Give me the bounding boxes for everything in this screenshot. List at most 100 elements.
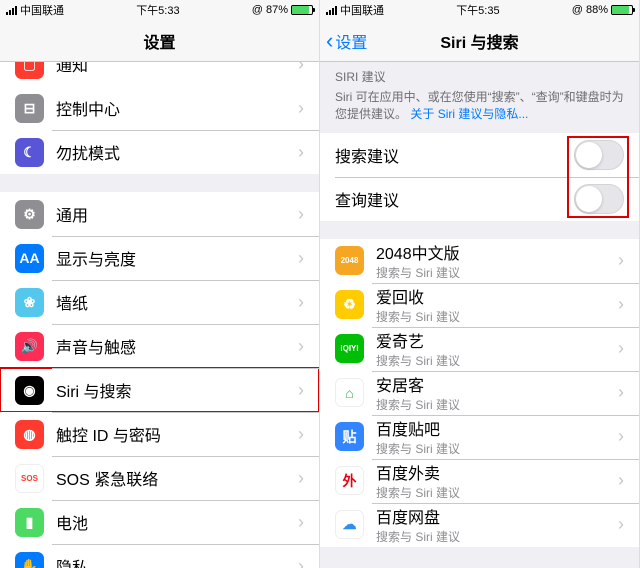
app-icon: SOS — [15, 464, 44, 493]
app-icon: 外 — [335, 466, 364, 495]
app-icon: ❀ — [15, 288, 44, 317]
row-隐私[interactable]: ✋ 隐私› — [0, 544, 319, 568]
clock: 下午5:33 — [136, 2, 179, 18]
row-label: 通用 — [56, 202, 298, 226]
row-搜索建议[interactable]: 搜索建议 — [320, 133, 639, 177]
row-Siri 与搜索[interactable]: ◉ Siri 与搜索› — [0, 368, 319, 412]
chevron-right-icon: › — [298, 336, 304, 357]
row-label: 通知 — [56, 62, 298, 76]
toggle-switch[interactable] — [574, 140, 624, 170]
row-勿扰模式[interactable]: ☾勿扰模式› — [0, 130, 319, 174]
row-label: 安居客 — [376, 372, 618, 396]
row-subtitle: 搜索与 Siri 建议 — [376, 264, 618, 281]
siri-list[interactable]: SIRI 建议 Siri 可在应用中、或在您使用“搜索”、“查询”和键盘时为您提… — [320, 62, 639, 568]
settings-screen: 中国联通 下午5:33 @ 87% 设置 ▢ 通知 › ⊟控制中心›☾勿扰模式›… — [0, 0, 320, 568]
chevron-right-icon: › — [298, 380, 304, 401]
chevron-right-icon: › — [618, 470, 624, 491]
siri-search-screen: 中国联通 下午5:35 @ 88% ‹ 设置 Siri 与搜索 SIRI 建议 … — [320, 0, 640, 568]
chevron-right-icon: › — [618, 382, 624, 403]
row-label: 爱奇艺 — [376, 328, 618, 352]
row-label: 触控 ID 与密码 — [56, 422, 298, 446]
row-百度网盘[interactable]: ☁百度网盘搜索与 Siri 建议› — [320, 503, 639, 547]
chevron-right-icon: › — [298, 142, 304, 163]
app-icon: ☁ — [335, 510, 364, 539]
back-button[interactable]: ‹ 设置 — [326, 29, 367, 53]
row-触控 ID 与密码[interactable]: ◍触控 ID 与密码› — [0, 412, 319, 456]
row-控制中心[interactable]: ⊟ 控制中心› — [0, 86, 319, 130]
chevron-right-icon: › — [618, 250, 624, 271]
row-label: 电池 — [56, 510, 298, 534]
row-notifications[interactable]: ▢ 通知 › — [0, 62, 319, 86]
app-icon: ♻ — [335, 290, 364, 319]
app-icon: 🔊 — [15, 332, 44, 361]
app-icon: 2048 — [335, 246, 364, 275]
app-icon: ⌂ — [335, 378, 364, 407]
status-bar: 中国联通 下午5:35 @ 88% — [320, 0, 639, 20]
privacy-link[interactable]: 关于 Siri 建议与隐私... — [410, 107, 528, 121]
battery-percent: 87% — [266, 4, 288, 16]
chevron-right-icon: › — [298, 292, 304, 313]
app-icon: ◉ — [15, 376, 44, 405]
row-查询建议[interactable]: 查询建议 — [320, 177, 639, 221]
nav-bar: ‹ 设置 Siri 与搜索 — [320, 20, 639, 62]
chevron-right-icon: › — [298, 248, 304, 269]
app-icon: ▮ — [15, 508, 44, 537]
chevron-right-icon: › — [298, 424, 304, 445]
carrier-label: 中国联通 — [20, 2, 64, 18]
page-title: Siri 与搜索 — [440, 29, 518, 53]
app-icon: ✋ — [15, 552, 44, 568]
chevron-right-icon: › — [298, 512, 304, 533]
chevron-left-icon: ‹ — [326, 30, 333, 52]
chevron-right-icon: › — [298, 204, 304, 225]
app-icon: ⊟ — [15, 94, 44, 123]
row-label: 显示与亮度 — [56, 246, 298, 270]
chevron-right-icon: › — [298, 98, 304, 119]
row-label: SOS 紧急联络 — [56, 466, 298, 490]
row-安居客[interactable]: ⌂ 安居客搜索与 Siri 建议› — [320, 371, 639, 415]
toggle-switch[interactable] — [574, 184, 624, 214]
row-爱回收[interactable]: ♻爱回收搜索与 Siri 建议› — [320, 283, 639, 327]
chevron-right-icon: › — [298, 468, 304, 489]
row-爱奇艺[interactable]: iQIYI爱奇艺搜索与 Siri 建议› — [320, 327, 639, 371]
row-label: 墙纸 — [56, 290, 298, 314]
row-label: 查询建议 — [335, 187, 574, 211]
row-label: 勿扰模式 — [56, 140, 298, 164]
clock: 下午5:35 — [456, 2, 499, 18]
row-subtitle: 搜索与 Siri 建议 — [376, 396, 618, 413]
row-label: 百度贴吧 — [376, 416, 618, 440]
app-icon: ⚙ — [15, 200, 44, 229]
row-通用[interactable]: ⚙ 通用› — [0, 192, 319, 236]
battery-percent: 88% — [586, 4, 608, 16]
row-subtitle: 搜索与 Siri 建议 — [376, 528, 618, 545]
bell-icon: ▢ — [15, 62, 44, 79]
row-label: 百度外卖 — [376, 460, 618, 484]
chevron-right-icon: › — [298, 556, 304, 568]
chevron-right-icon: › — [298, 62, 304, 75]
row-label: 隐私 — [56, 554, 298, 568]
carrier-label: 中国联通 — [340, 2, 384, 18]
signal-icon — [6, 6, 17, 15]
row-label: Siri 与搜索 — [56, 378, 298, 402]
row-百度贴吧[interactable]: 贴百度贴吧搜索与 Siri 建议› — [320, 415, 639, 459]
row-label: 控制中心 — [56, 96, 298, 120]
chevron-right-icon: › — [618, 514, 624, 535]
row-显示与亮度[interactable]: AA显示与亮度› — [0, 236, 319, 280]
chevron-right-icon: › — [618, 426, 624, 447]
row-墙纸[interactable]: ❀ 墙纸› — [0, 280, 319, 324]
row-subtitle: 搜索与 Siri 建议 — [376, 308, 618, 325]
nav-bar: 设置 — [0, 20, 319, 62]
section-header: SIRI 建议 — [320, 62, 639, 89]
row-label: 声音与触感 — [56, 334, 298, 358]
row-subtitle: 搜索与 Siri 建议 — [376, 352, 618, 369]
row-2048中文版[interactable]: 20482048中文版搜索与 Siri 建议› — [320, 239, 639, 283]
chevron-right-icon: › — [618, 338, 624, 359]
settings-list[interactable]: ▢ 通知 › ⊟控制中心›☾勿扰模式› ⚙通用›AA显示与亮度›❀墙纸›🔊声音与… — [0, 62, 319, 568]
row-subtitle: 搜索与 Siri 建议 — [376, 484, 618, 501]
row-subtitle: 搜索与 Siri 建议 — [376, 440, 618, 457]
row-label: 搜索建议 — [335, 143, 574, 167]
row-SOS 紧急联络[interactable]: SOS SOS 紧急联络› — [0, 456, 319, 500]
row-电池[interactable]: ▮ 电池› — [0, 500, 319, 544]
row-百度外卖[interactable]: 外百度外卖搜索与 Siri 建议› — [320, 459, 639, 503]
row-声音与触感[interactable]: 🔊 声音与触感› — [0, 324, 319, 368]
chevron-right-icon: › — [618, 294, 624, 315]
